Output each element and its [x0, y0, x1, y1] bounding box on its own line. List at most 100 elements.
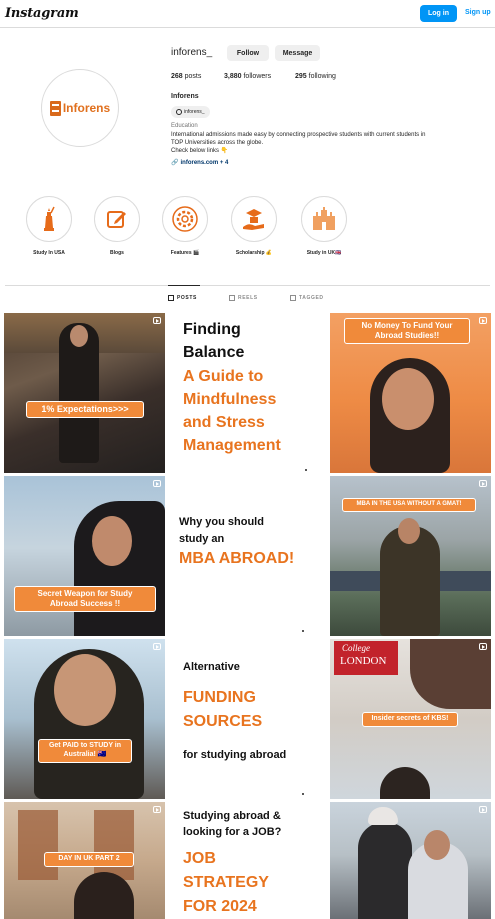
scholarship-icon	[237, 202, 271, 236]
bio-line: International admissions made easy by co…	[171, 132, 426, 138]
post-text: JOB	[183, 850, 216, 867]
post-tile[interactable]: Finding Balance A Guide to Mindfulness a…	[167, 313, 328, 473]
highlight-study-in-uk[interactable]: Study in UK🇬🇧	[294, 196, 354, 256]
post-tile[interactable]: Studying abroad & looking for a JOB? JOB…	[167, 802, 328, 919]
profile-avatar[interactable]: Inforens	[41, 69, 119, 147]
followers-label: followers	[243, 73, 272, 80]
post-tile[interactable]: Why you should study an MBA ABROAD!	[167, 476, 328, 636]
post-caption: Get PAID to STUDY in Australia! 🇦🇺	[38, 739, 132, 763]
profile-category: Education	[171, 123, 198, 129]
reel-icon	[479, 806, 487, 813]
profile-website-link[interactable]: 🔗 inforens.com + 4	[171, 159, 228, 167]
tab-label: TAGGED	[299, 295, 324, 301]
threads-handle: inforens_	[184, 109, 205, 115]
instagram-logo[interactable]: Instagram	[5, 6, 79, 21]
followers-count-stat[interactable]: 3,880 followers	[224, 73, 271, 80]
person-silhouette	[380, 767, 430, 799]
person-silhouette	[358, 822, 412, 919]
profile-full-name: Inforens	[171, 93, 199, 100]
castle-icon	[307, 202, 341, 236]
post-tile[interactable]: DAY IN UK PART 2	[4, 802, 165, 919]
post-text: SOURCES	[183, 713, 263, 730]
tab-label: REELS	[238, 295, 258, 301]
following-count-stat[interactable]: 295 following	[295, 73, 336, 80]
highlight-features[interactable]: Features 🎬	[155, 196, 215, 256]
post-tile[interactable]: Alternative FUNDING SOURCES for studying…	[167, 639, 328, 799]
post-caption: MBA IN THE USA WITHOUT A GMAT!	[342, 498, 476, 512]
decor-dot	[305, 469, 307, 471]
post-text: STRATEGY	[183, 874, 269, 891]
highlight-study-in-usa[interactable]: Study In USA	[19, 196, 79, 256]
tab-label: POSTS	[177, 295, 197, 301]
active-tab-indicator	[168, 285, 200, 286]
post-tile[interactable]: Get PAID to STUDY in Australia! 🇦🇺	[4, 639, 165, 799]
caption-line: Abroad Studies!!	[374, 331, 440, 340]
tab-reels[interactable]: REELS	[229, 295, 258, 301]
gear-icon	[168, 202, 202, 236]
reel-icon	[153, 480, 161, 487]
post-text: Management	[183, 437, 281, 454]
post-text: Finding	[183, 321, 241, 338]
reel-icon	[479, 480, 487, 487]
tab-posts[interactable]: POSTS	[168, 295, 197, 301]
highlight-label: Scholarship 💰	[235, 250, 273, 256]
reel-icon	[479, 317, 487, 324]
edit-icon	[100, 202, 134, 236]
threads-icon	[176, 109, 182, 115]
message-button[interactable]: Message	[275, 45, 320, 61]
login-button[interactable]: Log in	[420, 5, 457, 22]
highlight-scholarship[interactable]: Scholarship 💰	[224, 196, 284, 256]
post-text: Why you should	[179, 516, 264, 528]
sign-text: College	[342, 643, 370, 653]
decor-dot	[302, 793, 304, 795]
post-text: for studying abroad	[183, 749, 287, 761]
post-text: study an	[179, 533, 225, 545]
posts-label: posts	[184, 73, 202, 80]
bio-line: TOP Universities across the globe.	[171, 140, 264, 146]
link-icon: 🔗	[171, 160, 179, 166]
follow-button[interactable]: Follow	[227, 45, 269, 61]
following-count: 295	[295, 73, 307, 80]
posts-count: 268	[171, 73, 183, 80]
post-tile[interactable]: Secret Weapon for Study Abroad Success !…	[4, 476, 165, 636]
post-caption: DAY IN UK PART 2	[44, 852, 134, 867]
threads-badge[interactable]: inforens_	[171, 106, 210, 118]
post-tile[interactable]: College LONDON Insider secrets of KBS!	[330, 639, 491, 799]
post-text: FUNDING	[183, 689, 256, 706]
post-caption: 1% Expectations>>>	[26, 401, 144, 419]
college-sign: College LONDON	[334, 641, 398, 675]
top-bar: Instagram Log in Sign up	[0, 0, 495, 28]
post-caption: No Money To Fund Your Abroad Studies!!	[344, 318, 470, 344]
signup-link[interactable]: Sign up	[465, 9, 491, 16]
beanie	[368, 807, 398, 825]
highlight-label: Blogs	[110, 250, 124, 256]
highlight-label: Study in UK🇬🇧	[306, 250, 342, 256]
reel-icon	[153, 643, 161, 650]
post-text: looking for a JOB?	[183, 826, 282, 838]
profile-bio: International admissions made easy by co…	[171, 131, 491, 155]
statue-of-liberty-icon	[32, 202, 66, 236]
post-text: Studying abroad &	[183, 810, 281, 822]
tab-tagged[interactable]: TAGGED	[290, 295, 324, 301]
highlight-blogs[interactable]: Blogs	[87, 196, 147, 256]
avatar-brand-text: Inforens	[62, 101, 111, 115]
post-tile[interactable]: MBA IN THE USA WITHOUT A GMAT!	[330, 476, 491, 636]
decor-dot	[302, 630, 304, 632]
post-text: FOR 2024	[183, 898, 257, 915]
tabs-divider	[5, 285, 490, 286]
post-tile[interactable]: No Money To Fund Your Abroad Studies!!	[330, 313, 491, 473]
caption-line: Australia! 🇦🇺	[63, 750, 107, 758]
post-text: and Stress	[183, 414, 265, 431]
profile-username: inforens_	[171, 47, 213, 58]
post-caption: Secret Weapon for Study Abroad Success !…	[14, 586, 156, 612]
post-text: Mindfulness	[183, 391, 277, 408]
grid-icon	[168, 295, 174, 301]
post-text: MBA ABROAD!	[179, 550, 295, 567]
reel-icon	[479, 643, 487, 650]
post-tile[interactable]	[330, 802, 491, 919]
post-tile[interactable]: 1% Expectations>>>	[4, 313, 165, 473]
sign-text: LONDON	[340, 655, 387, 667]
inforens-logo-icon	[49, 100, 61, 116]
highlight-label: Features 🎬	[170, 250, 200, 256]
caption-line: Abroad Success !!	[49, 599, 121, 608]
